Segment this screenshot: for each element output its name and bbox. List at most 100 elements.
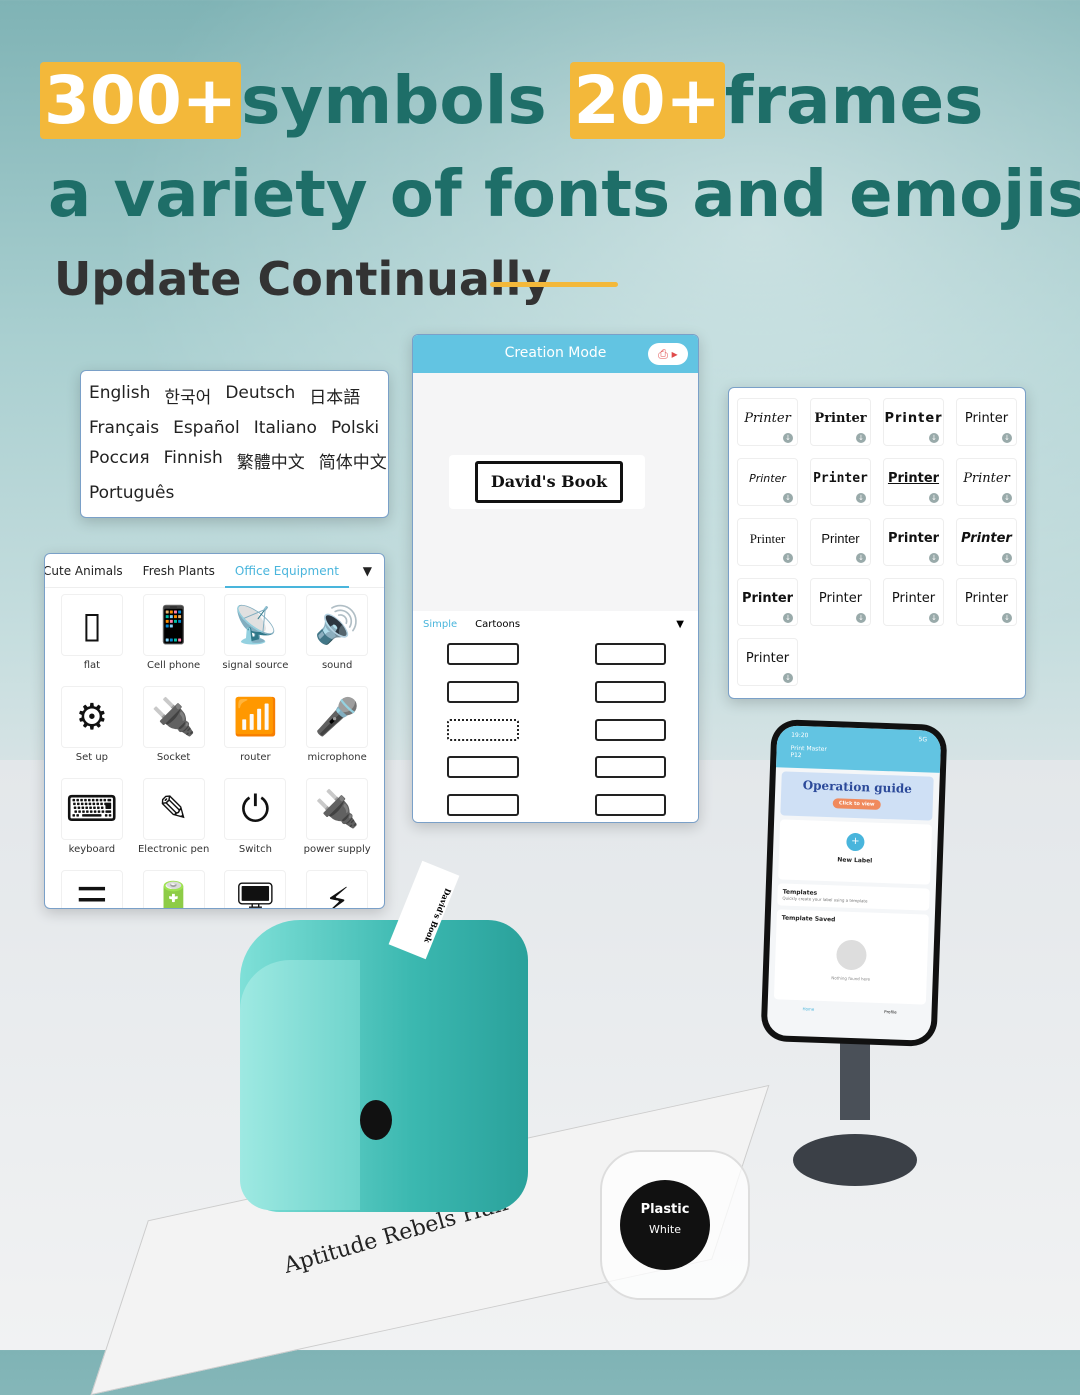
nav-profile[interactable]: Profile bbox=[884, 1009, 897, 1014]
symbol-item[interactable]: 🎤 microphone bbox=[296, 684, 378, 772]
download-icon[interactable]: ↓ bbox=[929, 493, 939, 503]
banner-cta-button[interactable]: Click to view bbox=[832, 798, 881, 810]
font-option[interactable]: Printer ↓ bbox=[956, 398, 1017, 446]
symbol-item[interactable]: 🔌 Socket bbox=[133, 684, 215, 772]
language-option[interactable]: Français bbox=[89, 418, 159, 438]
symbol-item[interactable]: ⚙ Set up bbox=[51, 684, 133, 772]
dropdown-caret-icon[interactable]: ▼ bbox=[363, 564, 372, 578]
symbol-item[interactable]: 📡 signal source bbox=[215, 592, 297, 680]
download-icon[interactable]: ↓ bbox=[929, 553, 939, 563]
font-option[interactable]: Printer ↓ bbox=[810, 578, 871, 626]
font-option[interactable]: Printer ↓ bbox=[737, 638, 798, 686]
accent-line bbox=[490, 282, 618, 287]
symbol-item[interactable]: 🖥 bbox=[215, 868, 297, 908]
frame-option[interactable] bbox=[594, 680, 666, 703]
download-icon[interactable]: ↓ bbox=[929, 433, 939, 443]
download-icon[interactable]: ↓ bbox=[783, 553, 793, 563]
nav-home[interactable]: Home bbox=[802, 1006, 814, 1011]
font-option[interactable]: Printer ↓ bbox=[883, 458, 944, 506]
font-option[interactable]: Printer ↓ bbox=[810, 518, 871, 566]
frame-option[interactable] bbox=[447, 718, 519, 741]
symbol-item[interactable]: ⌨ keyboard bbox=[51, 776, 133, 864]
phone-icon: 📱 bbox=[142, 594, 205, 656]
symbol-item[interactable]: ⏻ Switch bbox=[215, 776, 297, 864]
language-option[interactable]: 日本語 bbox=[309, 383, 360, 408]
language-option[interactable]: Deutsch bbox=[225, 383, 295, 408]
font-sample: Printer bbox=[884, 411, 943, 426]
font-option[interactable]: Printer ↓ bbox=[956, 458, 1017, 506]
download-icon[interactable]: ↓ bbox=[856, 613, 866, 623]
symbol-label: sound bbox=[321, 660, 353, 671]
font-option[interactable]: Printer ↓ bbox=[737, 518, 798, 566]
font-option[interactable]: Printer ↓ bbox=[810, 458, 871, 506]
symbol-item[interactable]: 📶 router bbox=[215, 684, 297, 772]
font-option[interactable]: Printer ↓ bbox=[737, 578, 798, 626]
font-option[interactable]: Printer ↓ bbox=[737, 398, 798, 446]
symbol-item[interactable]: 🔌 power supply bbox=[296, 776, 378, 864]
language-option[interactable]: Português bbox=[89, 483, 174, 503]
symbol-item[interactable]: 📱 Cell phone bbox=[133, 592, 215, 680]
font-sample: Printer bbox=[745, 651, 790, 666]
language-row: English 한국어 Deutsch 日本語 bbox=[89, 383, 380, 408]
font-option[interactable]: Printer ↓ bbox=[956, 578, 1017, 626]
language-option[interactable]: English bbox=[89, 383, 150, 408]
power-strip-icon: 🔌 bbox=[142, 686, 205, 748]
download-icon[interactable]: ↓ bbox=[1002, 493, 1012, 503]
download-icon[interactable]: ↓ bbox=[783, 493, 793, 503]
font-option[interactable]: Printer ↓ bbox=[810, 398, 871, 446]
font-option[interactable]: Printer ↓ bbox=[956, 518, 1017, 566]
frame-option[interactable] bbox=[594, 794, 666, 817]
font-sample: Printer bbox=[749, 472, 786, 485]
language-option[interactable]: Español bbox=[173, 418, 240, 438]
language-option[interactable]: Polski bbox=[331, 418, 379, 438]
symbol-item[interactable]: ▯ flat bbox=[51, 592, 133, 680]
language-option[interactable]: 简体中文 bbox=[319, 448, 387, 473]
frame-option[interactable] bbox=[594, 643, 666, 665]
language-option[interactable]: Finnish bbox=[164, 448, 223, 473]
language-option[interactable]: Россия bbox=[89, 448, 150, 473]
download-icon[interactable]: ↓ bbox=[1002, 613, 1012, 623]
dropdown-caret-icon[interactable]: ▼ bbox=[676, 619, 684, 630]
download-icon[interactable]: ↓ bbox=[856, 553, 866, 563]
font-option[interactable]: Printer ↓ bbox=[737, 458, 798, 506]
tab-simple[interactable]: Simple bbox=[423, 619, 457, 630]
language-option[interactable]: 한국어 bbox=[164, 383, 211, 408]
download-icon[interactable]: ↓ bbox=[783, 613, 793, 623]
language-row: Português bbox=[89, 483, 380, 503]
font-option[interactable]: Printer ↓ bbox=[883, 578, 944, 626]
symbol-label: microphone bbox=[307, 752, 367, 763]
tab-fresh-plants[interactable]: Fresh Plants bbox=[133, 554, 225, 588]
font-option[interactable]: Printer ↓ bbox=[883, 518, 944, 566]
download-icon[interactable]: ↓ bbox=[856, 433, 866, 443]
download-icon[interactable]: ↓ bbox=[1002, 553, 1012, 563]
print-button[interactable]: ⎙ ▸ bbox=[648, 343, 688, 365]
download-icon[interactable]: ↓ bbox=[783, 433, 793, 443]
tab-cute-animals[interactable]: Cute Animals bbox=[45, 554, 133, 588]
font-sample: Printer bbox=[741, 591, 794, 606]
language-option[interactable]: 繁體中文 bbox=[237, 448, 305, 473]
symbol-item[interactable]: 🔊 sound bbox=[296, 592, 378, 680]
download-icon[interactable]: ↓ bbox=[783, 673, 793, 683]
operation-guide-banner[interactable]: Operation guide Click to view bbox=[780, 771, 934, 821]
templates-card[interactable]: Templates Quickly create your label usin… bbox=[777, 883, 930, 911]
frame-option[interactable] bbox=[447, 756, 519, 779]
download-icon[interactable]: ↓ bbox=[929, 613, 939, 623]
font-option[interactable]: Printer ↓ bbox=[883, 398, 944, 446]
frame-option[interactable] bbox=[594, 718, 666, 741]
download-icon[interactable]: ↓ bbox=[856, 493, 866, 503]
symbol-item[interactable]: 🔋 bbox=[133, 868, 215, 908]
symbol-item[interactable]: ⚡ bbox=[296, 868, 378, 908]
frame-option[interactable] bbox=[447, 794, 519, 817]
tab-office-equipment[interactable]: Office Equipment bbox=[224, 554, 349, 588]
frame-option[interactable] bbox=[594, 756, 666, 779]
frame-option[interactable] bbox=[447, 680, 519, 703]
symbol-item[interactable]: ✎ Electronic pen bbox=[133, 776, 215, 864]
download-icon[interactable]: ↓ bbox=[1002, 433, 1012, 443]
language-option[interactable]: Italiano bbox=[254, 418, 317, 438]
symbol-item[interactable]: ☰ bbox=[51, 868, 133, 908]
new-label-card[interactable]: + New Label bbox=[778, 819, 933, 885]
frame-option[interactable] bbox=[447, 643, 519, 665]
tab-cartoons[interactable]: Cartoons bbox=[475, 619, 520, 630]
switch-icon: ⏻ bbox=[224, 778, 287, 840]
label-preview[interactable]: David's Book bbox=[449, 455, 645, 509]
